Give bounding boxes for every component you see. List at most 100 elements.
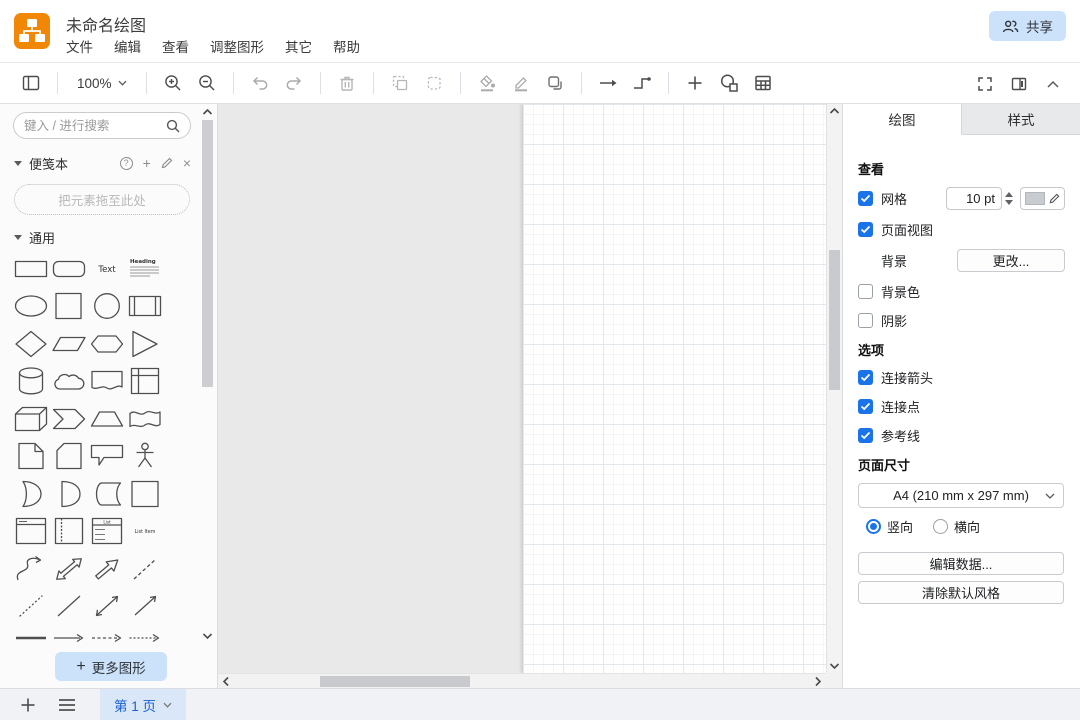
shape-hexagon[interactable] [88, 325, 126, 363]
guides-checkbox[interactable] [858, 428, 873, 443]
shape-internal-storage[interactable] [126, 363, 164, 401]
fullscreen-button[interactable] [968, 69, 1002, 99]
shadow-checkbox[interactable] [858, 313, 873, 328]
shape-parallelogram[interactable] [50, 325, 88, 363]
search-input[interactable] [24, 119, 166, 133]
shape-directional-connector[interactable] [126, 588, 164, 626]
shape-and[interactable] [50, 475, 88, 513]
shape-cylinder[interactable] [12, 363, 50, 401]
shape-diamond[interactable] [12, 325, 50, 363]
sidebar-scroll-thumb[interactable] [202, 120, 213, 387]
undo-button[interactable] [243, 68, 277, 98]
shape-search[interactable] [13, 112, 191, 139]
scratchpad-dropzone[interactable]: 把元素拖至此处 [14, 184, 190, 215]
shape-step[interactable] [50, 400, 88, 438]
shape-circle[interactable] [88, 288, 126, 326]
tab-diagram[interactable]: 绘图 [843, 104, 962, 135]
shape-cloud[interactable] [50, 363, 88, 401]
insert-shape-button[interactable] [712, 68, 746, 98]
collapse-toolbar-button[interactable] [1036, 69, 1070, 99]
add-page-button[interactable] [20, 697, 36, 713]
shape-text[interactable]: Text [88, 250, 126, 288]
shape-rectangle[interactable] [12, 250, 50, 288]
shape-trapezoid[interactable] [88, 400, 126, 438]
horizontal-scroll-thumb[interactable] [320, 676, 470, 687]
shape-data-storage[interactable] [88, 475, 126, 513]
stepper-down-icon[interactable] [1005, 200, 1013, 205]
pages-menu-button[interactable] [58, 698, 76, 712]
shadow-button[interactable] [538, 68, 572, 98]
scroll-right-arrow-icon[interactable] [814, 674, 822, 688]
shape-cube[interactable] [12, 400, 50, 438]
scroll-down-arrow-icon[interactable] [827, 662, 842, 670]
shape-dashed-line[interactable] [126, 550, 164, 588]
shape-square[interactable] [50, 288, 88, 326]
shape-dotted-line[interactable] [12, 588, 50, 626]
zoom-dropdown[interactable]: 100% [67, 68, 137, 98]
general-section-header[interactable]: 通用 [0, 226, 205, 248]
background-color-checkbox[interactable] [858, 284, 873, 299]
fill-color-button[interactable] [470, 68, 504, 98]
more-shapes-button[interactable]: + 更多图形 [55, 652, 167, 681]
edit-pencil-icon[interactable] [161, 157, 173, 169]
redo-button[interactable] [277, 68, 311, 98]
grid-color-button[interactable] [1020, 187, 1065, 210]
landscape-radio[interactable] [933, 519, 948, 534]
vertical-scroll-thumb[interactable] [829, 250, 840, 390]
tab-style[interactable]: 样式 [962, 104, 1080, 134]
shape-container[interactable] [126, 475, 164, 513]
insert-table-button[interactable] [746, 68, 780, 98]
shape-horizontal-container[interactable] [12, 513, 50, 551]
menu-extras[interactable]: 其它 [285, 36, 312, 56]
shape-note[interactable] [12, 438, 50, 476]
shape-or[interactable] [12, 475, 50, 513]
to-front-button[interactable] [383, 68, 417, 98]
shape-arrow[interactable] [88, 550, 126, 588]
shape-actor[interactable] [126, 438, 164, 476]
scratchpad-header[interactable]: 便笺本 ? + × [0, 152, 205, 174]
grid-size-input[interactable] [946, 187, 1002, 210]
menu-help[interactable]: 帮助 [333, 36, 360, 56]
menu-arrange[interactable]: 调整图形 [210, 36, 264, 56]
toggle-shapes-panel-button[interactable] [14, 68, 48, 98]
page-size-dropdown[interactable]: A4 (210 mm x 297 mm) [858, 483, 1064, 508]
change-background-button[interactable]: 更改... [957, 249, 1065, 272]
shape-card[interactable] [50, 438, 88, 476]
shape-list-item[interactable]: List Item [126, 513, 164, 551]
edge-style-button[interactable] [591, 68, 625, 98]
shape-horizontal-line[interactable] [12, 625, 50, 647]
menu-edit[interactable]: 编辑 [114, 36, 141, 56]
scroll-left-arrow-icon[interactable] [222, 674, 230, 688]
drawing-canvas[interactable] [218, 104, 842, 688]
canvas-page[interactable] [523, 104, 826, 673]
grid-size-stepper[interactable] [1005, 192, 1013, 205]
clear-default-style-button[interactable]: 清除默认风格 [858, 581, 1064, 604]
canvas-horizontal-scrollbar[interactable] [218, 673, 826, 688]
page-tab-1[interactable]: 第 1 页 [100, 689, 186, 720]
portrait-radio[interactable] [866, 519, 881, 534]
scroll-up-arrow-icon[interactable] [201, 108, 214, 116]
insert-button[interactable] [678, 68, 712, 98]
close-icon[interactable]: × [183, 156, 191, 170]
shape-ellipse[interactable] [12, 288, 50, 326]
shape-list[interactable]: List [88, 513, 126, 551]
shape-bidirectional-connector[interactable] [88, 588, 126, 626]
shape-horizontal-dashed-arrow[interactable] [88, 625, 126, 647]
scroll-up-arrow-icon[interactable] [827, 107, 842, 115]
connection-arrows-checkbox[interactable] [858, 370, 873, 385]
shape-bidirectional-arrow[interactable] [50, 550, 88, 588]
connection-points-checkbox[interactable] [858, 399, 873, 414]
menu-file[interactable]: 文件 [66, 36, 93, 56]
to-back-button[interactable] [417, 68, 451, 98]
shape-document[interactable] [88, 363, 126, 401]
shape-tape[interactable] [126, 400, 164, 438]
toggle-format-panel-button[interactable] [1002, 69, 1036, 99]
scroll-down-arrow-icon[interactable] [201, 632, 214, 640]
share-button[interactable]: 共享 [989, 11, 1066, 41]
shape-line[interactable] [50, 588, 88, 626]
shape-horizontal-dotted-arrow[interactable] [126, 625, 164, 647]
shape-vertical-container[interactable] [50, 513, 88, 551]
document-title[interactable]: 未命名绘图 [66, 12, 146, 36]
shape-rounded-rectangle[interactable] [50, 250, 88, 288]
shape-curve[interactable] [12, 550, 50, 588]
